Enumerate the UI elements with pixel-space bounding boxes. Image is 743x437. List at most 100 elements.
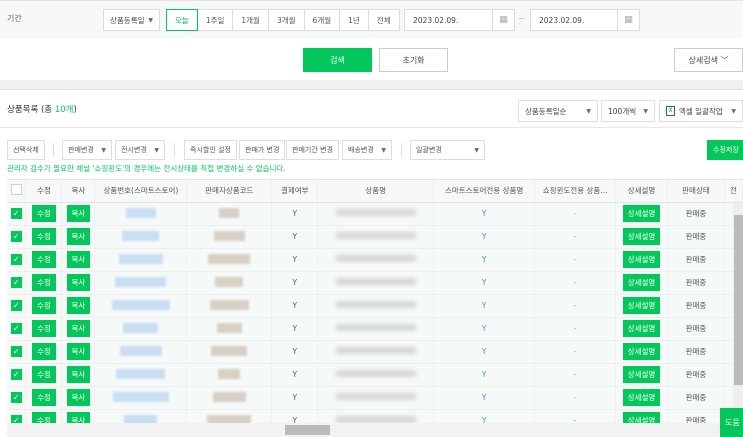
copy-button[interactable]: 복사	[66, 228, 91, 245]
product-name[interactable]	[317, 386, 435, 410]
start-date-input[interactable]: 2023.02.09. ▦	[404, 9, 515, 31]
row-checkbox[interactable]: ✓	[7, 386, 27, 410]
end-date-input[interactable]: 2023.02.09. ▦	[530, 9, 640, 31]
reset-button[interactable]: 초기화	[379, 48, 448, 72]
store-name-flag[interactable]: Y	[433, 202, 536, 226]
edit-button[interactable]: 수정	[32, 274, 56, 291]
edit-button[interactable]: 수정	[32, 389, 56, 406]
row-checkbox[interactable]: ✓	[7, 363, 27, 387]
select-all-checkbox[interactable]	[7, 180, 27, 203]
horizontal-scroll-thumb[interactable]	[285, 425, 330, 435]
help-button[interactable]: 도움	[720, 408, 743, 437]
detail-button[interactable]: 상세설명	[622, 297, 661, 314]
store-name-flag[interactable]: Y	[433, 225, 536, 249]
copy-button[interactable]: 복사	[66, 251, 91, 268]
bulk-change-select[interactable]: 일괄변경 ▼	[410, 140, 485, 160]
detail-button[interactable]: 상세설명	[622, 366, 661, 383]
detail-button[interactable]: 상세설명	[622, 251, 661, 268]
store-name-flag[interactable]: Y	[433, 317, 536, 341]
copy-button[interactable]: 복사	[66, 343, 91, 360]
sale-status: 판매중	[667, 340, 725, 364]
edit-button[interactable]: 수정	[32, 320, 56, 337]
copy-button[interactable]: 복사	[66, 389, 91, 406]
search-button[interactable]: 검색	[303, 48, 372, 72]
save-changes-button[interactable]: 수정저장	[707, 140, 743, 160]
range-button[interactable]: 오늘	[166, 9, 198, 31]
range-button[interactable]: 전체	[368, 9, 400, 31]
copy-button[interactable]: 복사	[66, 412, 91, 423]
calendar-icon[interactable]: ▦	[492, 10, 514, 30]
period-change-button[interactable]: 판매기간 변경	[286, 140, 339, 160]
edit-button[interactable]: 수정	[32, 205, 56, 222]
caret-down-icon: ▼	[101, 146, 106, 154]
row-checkbox[interactable]: ✓	[7, 271, 27, 295]
edit-button[interactable]: 수정	[32, 412, 56, 423]
range-button[interactable]: 1개월	[233, 9, 269, 31]
price-change-button[interactable]: 판매가 변경	[239, 140, 286, 160]
product-name[interactable]	[317, 248, 435, 272]
column-header: 복사	[61, 180, 96, 203]
range-button[interactable]: 1주일	[197, 9, 234, 31]
detail-button[interactable]: 상세설명	[622, 274, 661, 291]
detail-button[interactable]: 상세설명	[622, 228, 661, 245]
range-button[interactable]: 3개월	[268, 9, 305, 31]
edit-button[interactable]: 수정	[32, 228, 56, 245]
range-button[interactable]: 6개월	[304, 9, 341, 31]
row-checkbox[interactable]: ✓	[7, 248, 27, 272]
row-checkbox[interactable]: ✓	[7, 225, 27, 249]
edit-button[interactable]: 수정	[32, 251, 56, 268]
row-checkbox[interactable]: ✓	[7, 340, 27, 364]
display-change-select[interactable]: 전시변경 ▼	[115, 140, 165, 160]
store-name-flag[interactable]: Y	[433, 409, 536, 423]
delete-selected-button[interactable]: 선택삭제	[7, 140, 45, 160]
delivery-change-select[interactable]: 배송변경 ▼	[342, 140, 392, 160]
product-number	[94, 202, 188, 226]
product-name[interactable]	[317, 363, 435, 387]
detail-button[interactable]: 상세설명	[622, 205, 661, 222]
detail-button[interactable]: 상세설명	[622, 343, 661, 360]
payment-flag: Y	[271, 248, 319, 272]
row-checkbox[interactable]: ✓	[7, 317, 27, 341]
copy-button[interactable]: 복사	[66, 320, 91, 337]
product-name[interactable]	[317, 317, 435, 341]
edit-button[interactable]: 수정	[32, 366, 56, 383]
detail-search-button[interactable]: 상세검색 ﹀	[674, 48, 743, 72]
edit-button[interactable]: 수정	[32, 343, 56, 360]
product-name[interactable]	[317, 225, 435, 249]
store-name-flag[interactable]: Y	[433, 271, 536, 295]
sale-change-select[interactable]: 판매변경 ▼	[62, 140, 112, 160]
store-name-flag[interactable]: Y	[433, 294, 536, 318]
edit-button[interactable]: 수정	[32, 297, 56, 314]
store-name-flag[interactable]: Y	[433, 248, 536, 272]
product-number	[94, 225, 188, 249]
store-name-flag[interactable]: Y	[433, 363, 536, 387]
product-name[interactable]	[317, 202, 435, 226]
row-checkbox[interactable]: ✓	[7, 202, 27, 226]
payment-flag: Y	[271, 340, 319, 364]
excel-select[interactable]: X 엑셀 일괄작업 ▼	[659, 100, 743, 122]
discount-button[interactable]: 즉시할인 설정	[184, 140, 237, 160]
horizontal-scrollbar[interactable]	[7, 423, 743, 437]
detail-button[interactable]: 상세설명	[622, 412, 661, 423]
copy-button[interactable]: 복사	[66, 297, 91, 314]
detail-button[interactable]: 상세설명	[622, 389, 661, 406]
vertical-scroll-thumb[interactable]	[734, 215, 743, 385]
table-row: ✓ 수정 복사 Y Y - 상세설명 판매중	[7, 340, 743, 364]
copy-button[interactable]: 복사	[66, 274, 91, 291]
detail-button[interactable]: 상세설명	[622, 320, 661, 337]
row-checkbox[interactable]: ✓	[7, 409, 27, 423]
row-checkbox[interactable]: ✓	[7, 294, 27, 318]
product-name[interactable]	[317, 340, 435, 364]
sort-select[interactable]: 상품등록일순 ▼	[518, 100, 598, 122]
range-button[interactable]: 1년	[340, 9, 369, 31]
calendar-icon[interactable]: ▦	[617, 10, 639, 30]
page-size-select[interactable]: 100개씩 ▼	[601, 100, 655, 122]
store-name-flag[interactable]: Y	[433, 386, 536, 410]
product-name[interactable]	[317, 294, 435, 318]
date-type-select[interactable]: 상품등록일 ▼	[103, 9, 160, 31]
product-name[interactable]	[317, 409, 435, 423]
copy-button[interactable]: 복사	[66, 205, 91, 222]
product-name[interactable]	[317, 271, 435, 295]
store-name-flag[interactable]: Y	[433, 340, 536, 364]
copy-button[interactable]: 복사	[66, 366, 91, 383]
